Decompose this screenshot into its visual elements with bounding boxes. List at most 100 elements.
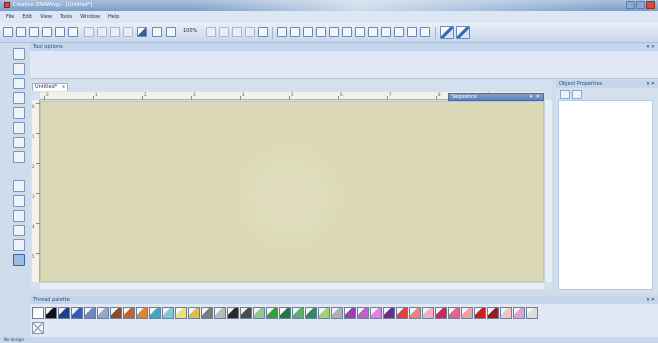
align-right-icon[interactable] [303, 27, 313, 37]
shape-tool-icon[interactable] [13, 107, 25, 119]
realistic-view-icon[interactable] [258, 27, 268, 37]
open-file-icon[interactable] [16, 27, 26, 37]
menu-edit[interactable]: Edit [22, 14, 32, 20]
lasso-tool-icon[interactable] [13, 62, 25, 75]
menu-view[interactable]: View [40, 14, 52, 20]
pencil-tool-icon[interactable] [13, 121, 25, 134]
zoom-in-icon[interactable] [166, 27, 176, 37]
thread-swatch[interactable] [188, 307, 200, 319]
thread-swatch[interactable] [474, 307, 486, 319]
properties-tab-general-icon[interactable] [560, 90, 570, 99]
zoom-out-icon[interactable] [152, 27, 162, 37]
horizontal-scrollbar[interactable] [40, 282, 544, 289]
order-back-icon[interactable] [420, 27, 430, 37]
thread-swatch[interactable] [110, 307, 122, 319]
brush-tool-icon[interactable] [13, 136, 25, 149]
thread-swatch[interactable] [97, 307, 109, 319]
distribute-horizontal-icon[interactable] [355, 27, 365, 37]
thread-swatch[interactable] [214, 307, 226, 319]
special-tool-icon[interactable] [13, 254, 25, 266]
thread-swatch[interactable] [461, 307, 473, 319]
cut-icon[interactable] [84, 27, 94, 37]
document-tab[interactable]: Untitled* x [32, 83, 68, 91]
vertical-scrollbar[interactable] [544, 100, 552, 282]
align-center-icon[interactable] [290, 27, 300, 37]
thread-swatch[interactable] [123, 307, 135, 319]
color-fill-icon[interactable] [137, 27, 147, 37]
thread-swatch[interactable] [513, 307, 525, 319]
order-front-icon[interactable] [407, 27, 417, 37]
sequence-controls[interactable]: ▾ ✕ [530, 94, 541, 100]
ellipse-tool-icon[interactable] [13, 195, 25, 207]
thread-swatch[interactable] [383, 307, 395, 319]
thread-swatch[interactable] [344, 307, 356, 319]
thread-swatch[interactable] [305, 307, 317, 319]
thread-swatch[interactable] [175, 307, 187, 319]
print-preview-icon[interactable] [55, 27, 65, 37]
thread-swatch[interactable] [318, 307, 330, 319]
menu-window[interactable]: Window [80, 14, 100, 20]
pen-tool-icon[interactable] [13, 151, 25, 164]
print-icon[interactable] [42, 27, 52, 37]
text-tool-icon[interactable] [13, 209, 25, 222]
zoom-fit-icon[interactable] [206, 27, 216, 37]
group-icon[interactable] [381, 27, 391, 37]
distribute-vertical-icon[interactable] [368, 27, 378, 37]
properties-tab-stitch-icon[interactable] [572, 90, 582, 99]
zoom-level[interactable]: 100% [183, 28, 197, 34]
thread-swatch[interactable] [240, 307, 252, 319]
align-left-icon[interactable] [277, 27, 287, 37]
thread-swatch[interactable] [253, 307, 265, 319]
new-file-icon[interactable] [3, 27, 13, 37]
no-color-swatch[interactable] [32, 322, 44, 334]
thread-swatch[interactable] [526, 307, 538, 319]
paste-icon[interactable] [110, 27, 120, 37]
thread-swatch[interactable] [500, 307, 512, 319]
thread-swatch[interactable] [32, 307, 44, 319]
thread-swatch[interactable] [149, 307, 161, 319]
close-button[interactable] [646, 1, 655, 9]
menu-tools[interactable]: Tools [60, 14, 72, 20]
thread-swatch[interactable] [227, 307, 239, 319]
embroidery-icon[interactable] [440, 26, 454, 39]
eraser-tool-icon[interactable] [13, 239, 25, 252]
sequence-panel[interactable]: Sequence ▾ ✕ [448, 93, 544, 101]
align-top-icon[interactable] [316, 27, 326, 37]
select-tool-icon[interactable] [13, 48, 25, 60]
panel-pin-icon[interactable]: ▾ ✕ [647, 297, 655, 303]
grid-icon[interactable] [245, 27, 255, 37]
minimize-button[interactable] [626, 1, 635, 9]
maximize-button[interactable] [636, 1, 645, 9]
thread-swatch[interactable] [435, 307, 447, 319]
thread-swatch[interactable] [487, 307, 499, 319]
save-icon[interactable] [29, 27, 39, 37]
thread-swatch[interactable] [266, 307, 278, 319]
thread-swatch[interactable] [409, 307, 421, 319]
eyedropper-tool-icon[interactable] [13, 224, 25, 237]
thread-swatch[interactable] [370, 307, 382, 319]
thread-swatch[interactable] [279, 307, 291, 319]
node-edit-icon[interactable] [13, 77, 25, 90]
copy-icon[interactable] [97, 27, 107, 37]
thread-swatch[interactable] [58, 307, 70, 319]
close-tab-icon[interactable]: x [62, 84, 65, 91]
convert-icon[interactable] [456, 26, 470, 39]
thread-swatch[interactable] [292, 307, 304, 319]
export-icon[interactable] [68, 27, 78, 37]
zoom-selection-icon[interactable] [232, 27, 242, 37]
undo-icon[interactable] [123, 27, 133, 37]
zoom-page-icon[interactable] [219, 27, 229, 37]
menu-file[interactable]: File [6, 14, 14, 20]
thread-swatch[interactable] [201, 307, 213, 319]
align-bottom-icon[interactable] [342, 27, 352, 37]
ungroup-icon[interactable] [394, 27, 404, 37]
zoom-tool-icon[interactable] [13, 92, 25, 105]
thread-swatch[interactable] [45, 307, 57, 319]
thread-swatch[interactable] [357, 307, 369, 319]
thread-swatch[interactable] [84, 307, 96, 319]
menu-help[interactable]: Help [108, 14, 119, 20]
fill-tool-icon[interactable] [13, 180, 25, 193]
panel-pin-icon[interactable]: ▾ ✕ [647, 44, 655, 50]
panel-pin-icon[interactable]: ▾ ✕ [647, 81, 655, 87]
thread-swatch[interactable] [396, 307, 408, 319]
